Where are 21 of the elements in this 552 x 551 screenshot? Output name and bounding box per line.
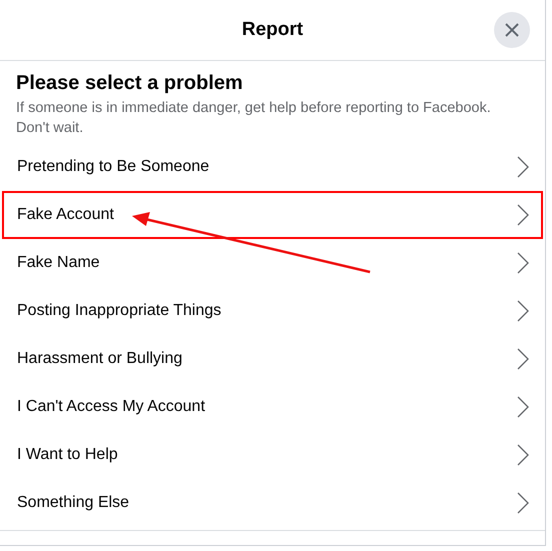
danger-notice: If someone is in immediate danger, get help before reporting to Facebook. Don't wait. xyxy=(16,99,492,138)
chevron-right-icon xyxy=(517,252,529,274)
chevron-right-icon xyxy=(517,444,529,466)
problem-option[interactable]: Fake Account xyxy=(2,191,543,239)
chevron-right-icon xyxy=(517,396,529,418)
problem-option[interactable]: Fake Name xyxy=(2,239,543,287)
problem-option[interactable]: Something Else xyxy=(2,479,543,527)
problem-option[interactable]: I Want to Help xyxy=(2,431,543,479)
section-heading: Please select a problem xyxy=(16,71,244,95)
problem-option[interactable]: I Can't Access My Account xyxy=(2,383,543,431)
dialog-title: Report xyxy=(242,18,304,42)
chevron-right-icon xyxy=(517,492,529,514)
problem-option[interactable]: Posting Inappropriate Things xyxy=(2,287,543,335)
chevron-right-icon xyxy=(517,348,529,370)
problem-option[interactable]: Pretending to Be Someone xyxy=(2,143,543,191)
problem-option[interactable]: Harassment or Bullying xyxy=(2,335,543,383)
close-icon xyxy=(504,22,520,38)
chevron-right-icon xyxy=(517,204,529,226)
chevron-right-icon xyxy=(517,156,529,178)
close-button[interactable] xyxy=(494,12,530,48)
chevron-right-icon xyxy=(517,300,529,322)
